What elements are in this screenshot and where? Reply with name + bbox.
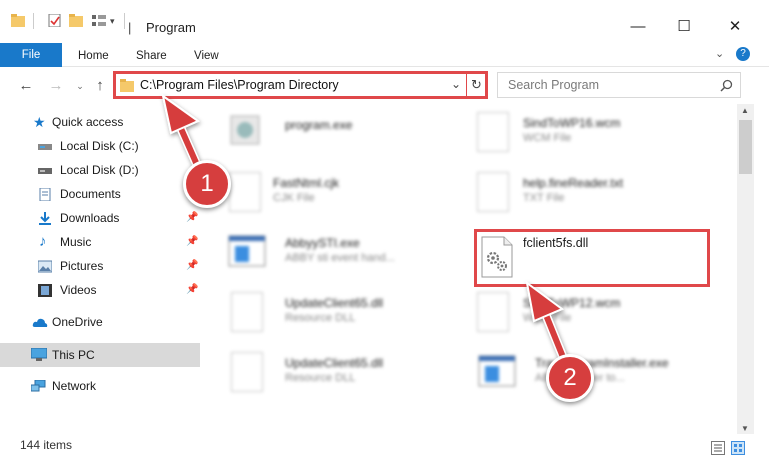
list-item[interactable]: AbbyySTI.exe ABBY sti event hand...	[227, 232, 447, 282]
star-icon: ★	[33, 114, 46, 130]
new-folder-icon[interactable]	[69, 14, 83, 27]
chevron-down-icon[interactable]: ▾	[110, 16, 115, 27]
sidebar-item-local-disk-d[interactable]: Local Disk (D:)	[0, 160, 200, 182]
folder-icon[interactable]	[11, 14, 25, 27]
sidebar-item-downloads[interactable]: Downloads 📌	[0, 208, 200, 230]
tab-view[interactable]: View	[194, 45, 219, 67]
address-bar[interactable]: C:\Program Files\Program Directory ⌄ ↻	[113, 71, 488, 99]
list-item[interactable]: program.exe	[227, 112, 447, 162]
selected-file-item[interactable]: fclient5fs.dll	[474, 229, 710, 287]
list-item[interactable]: TrayProgramInstaller.exe ABBY Reader to.…	[477, 352, 717, 402]
cloud-icon	[32, 318, 48, 327]
file-icon	[477, 292, 509, 332]
sidebar-item-network[interactable]: Network	[0, 376, 200, 398]
dll-file-icon	[481, 236, 513, 278]
pin-icon[interactable]: 📌	[186, 236, 198, 247]
sidebar-item-this-pc[interactable]: This PC	[0, 343, 200, 367]
folder-icon	[120, 79, 134, 92]
forward-button[interactable]: →	[46, 76, 66, 96]
callout-badge-2: 2	[546, 354, 594, 402]
pin-icon[interactable]: 📌	[186, 212, 198, 223]
list-item[interactable]: SindToWP16.wcm WCM File	[477, 112, 717, 162]
minimize-button[interactable]: —	[615, 12, 661, 40]
list-item[interactable]: help.fineReader.txt TXT File	[477, 172, 717, 222]
scrollbar-thumb[interactable]	[739, 120, 752, 174]
maximize-button[interactable]: ☐	[661, 12, 707, 40]
list-item[interactable]: UpdateClient65.dll Resource DLL	[227, 292, 447, 342]
sidebar-item-quick-access[interactable]: ★ Quick access	[0, 112, 200, 134]
ribbon	[0, 42, 769, 67]
window-title: Program	[146, 20, 196, 35]
file-icon	[229, 172, 261, 212]
item-count: 144 items	[20, 438, 73, 452]
computer-icon	[31, 348, 47, 361]
music-icon: ♪	[39, 233, 47, 250]
list-item[interactable]: SindToWP12.wcm WCM File	[477, 292, 717, 342]
sidebar-item-music[interactable]: ♪ Music 📌	[0, 232, 200, 254]
sidebar-item-onedrive[interactable]: OneDrive	[0, 312, 200, 334]
application-icon	[478, 355, 516, 387]
recent-locations-button[interactable]: ⌄	[70, 76, 90, 96]
pictures-icon	[38, 260, 52, 273]
pin-icon[interactable]: 📌	[186, 260, 198, 271]
sidebar-item-local-disk-c[interactable]: Local Disk (C:)	[0, 136, 200, 158]
search-icon[interactable]	[720, 79, 733, 92]
details-view-icon[interactable]	[711, 441, 725, 455]
tab-home[interactable]: Home	[78, 45, 109, 67]
properties-icon[interactable]	[48, 14, 62, 27]
search-box[interactable]: Search Program	[497, 72, 741, 98]
close-button[interactable]: ✕	[712, 12, 758, 40]
tab-share[interactable]: Share	[136, 45, 167, 67]
network-icon	[31, 380, 46, 392]
status-bar	[0, 436, 769, 467]
up-button[interactable]: ↑	[90, 76, 110, 96]
videos-icon	[38, 284, 52, 297]
view-options-icon[interactable]	[92, 14, 106, 27]
sidebar-item-pictures[interactable]: Pictures 📌	[0, 256, 200, 278]
back-button[interactable]: ←	[16, 76, 36, 96]
list-item[interactable]: UpdateClient65.dll Resource DLL	[227, 352, 447, 402]
search-input[interactable]: Search Program	[508, 78, 599, 92]
scroll-up-icon[interactable]: ▲	[741, 106, 749, 115]
application-icon	[228, 235, 266, 267]
drive-icon	[38, 144, 52, 150]
dll-file-icon	[231, 292, 263, 332]
scroll-down-icon[interactable]: ▼	[741, 424, 749, 433]
refresh-button[interactable]: ↻	[471, 77, 482, 93]
pin-icon[interactable]: 📌	[186, 284, 198, 295]
address-path[interactable]: C:\Program Files\Program Directory	[140, 78, 339, 92]
dll-file-icon	[231, 352, 263, 392]
qat-separator: |	[128, 20, 132, 35]
address-dropdown-icon[interactable]: ⌄	[451, 77, 461, 91]
list-item[interactable]: FastNtml.cjk CJK File	[227, 172, 447, 222]
sidebar-item-videos[interactable]: Videos 📌	[0, 280, 200, 302]
callout-badge-1: 1	[183, 160, 231, 208]
program-icon	[230, 115, 260, 145]
documents-icon	[39, 188, 51, 201]
file-name: fclient5fs.dll	[523, 236, 589, 250]
large-icons-view-icon[interactable]	[731, 441, 745, 455]
help-icon[interactable]: ?	[736, 47, 750, 61]
sidebar-item-documents[interactable]: Documents 📌	[0, 184, 200, 206]
download-icon	[39, 212, 51, 225]
tab-file[interactable]: File	[0, 43, 62, 67]
drive-icon	[38, 168, 52, 174]
ribbon-expand-icon[interactable]: ⌄	[715, 47, 724, 60]
file-icon	[477, 112, 509, 152]
file-icon	[477, 172, 509, 212]
